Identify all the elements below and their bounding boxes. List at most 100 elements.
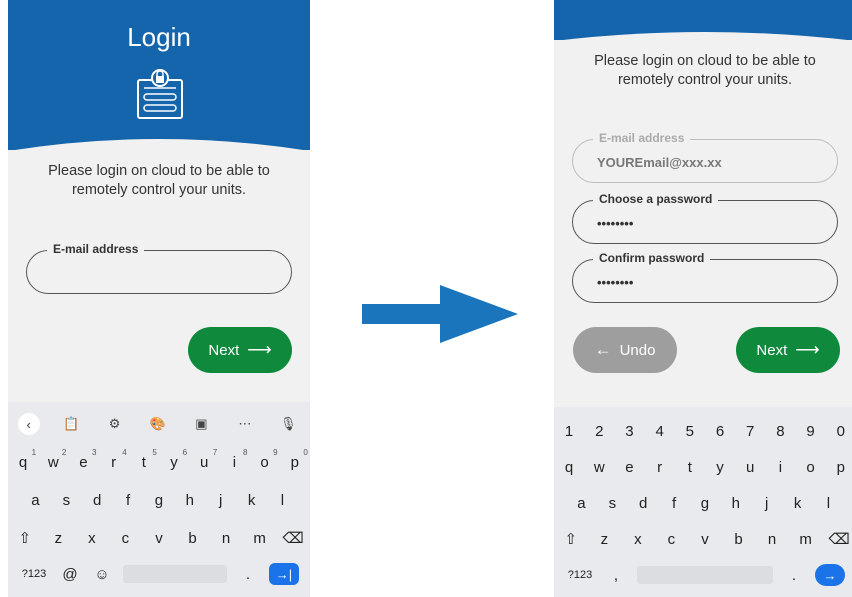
key[interactable]: c <box>114 530 136 547</box>
key[interactable]: s <box>601 495 623 512</box>
key[interactable]: d <box>86 492 108 509</box>
key[interactable]: r4 <box>103 448 127 471</box>
sticker-icon[interactable]: ▣ <box>189 416 213 432</box>
key[interactable]: u <box>739 459 761 476</box>
key[interactable]: 1 <box>558 423 580 440</box>
key[interactable]: t5 <box>133 448 157 471</box>
key[interactable]: l <box>271 492 293 509</box>
key[interactable]: 4 <box>649 423 671 440</box>
next-button[interactable]: Next ⟶ <box>736 327 840 373</box>
emoji-icon[interactable]: ☺ <box>91 566 113 583</box>
gear-icon[interactable]: ⚙ <box>103 416 127 432</box>
at-key[interactable]: @ <box>59 566 81 583</box>
symbols-key[interactable]: ?123 <box>19 568 49 580</box>
enter-key[interactable]: → <box>815 564 845 586</box>
more-icon[interactable]: ⋯ <box>233 416 257 432</box>
key[interactable]: f <box>663 495 685 512</box>
key[interactable]: t <box>679 459 701 476</box>
key[interactable]: o <box>800 459 822 476</box>
key[interactable]: p <box>830 459 852 476</box>
key[interactable]: v <box>694 531 716 548</box>
key[interactable]: j <box>210 492 232 509</box>
key[interactable]: 3 <box>618 423 640 440</box>
key[interactable]: u7 <box>193 448 217 471</box>
key[interactable]: y <box>709 459 731 476</box>
key[interactable]: i <box>769 459 791 476</box>
shift-icon[interactable]: ⇧ <box>14 529 36 547</box>
key[interactable]: w2 <box>42 448 66 471</box>
enter-key[interactable]: →| <box>269 563 299 585</box>
email-field[interactable]: E-mail address <box>26 242 292 294</box>
comma-key[interactable]: , <box>605 567 627 584</box>
key[interactable]: q <box>558 459 580 476</box>
key[interactable]: m <box>795 531 817 548</box>
key[interactable]: n <box>761 531 783 548</box>
keyboard-row: a s d f g h j k l <box>8 488 310 512</box>
palette-icon[interactable]: 🎨 <box>146 416 170 432</box>
key[interactable]: g <box>694 495 716 512</box>
key[interactable]: n <box>215 530 237 547</box>
key[interactable]: 2 <box>588 423 610 440</box>
key[interactable]: 7 <box>739 423 761 440</box>
key[interactable]: 6 <box>709 423 731 440</box>
key[interactable]: a <box>24 492 46 509</box>
key[interactable]: z <box>47 530 69 547</box>
keyboard-row: ?123 , . → <box>554 563 852 587</box>
chevron-left-icon[interactable]: ‹ <box>17 413 40 435</box>
key[interactable]: i8 <box>223 448 248 471</box>
key[interactable]: b <box>728 531 750 548</box>
key[interactable]: o9 <box>254 448 277 471</box>
keyboard-row: q w e r t y u i o p <box>554 455 852 479</box>
next-button[interactable]: Next ⟶ <box>188 327 292 373</box>
backspace-icon[interactable]: ⌫ <box>282 529 304 547</box>
clipboard-icon[interactable]: 📋 <box>59 416 83 432</box>
key[interactable]: a <box>570 495 592 512</box>
key[interactable]: j <box>756 495 778 512</box>
mic-off-icon[interactable]: 🎙 <box>276 416 300 432</box>
key[interactable]: v <box>148 530 170 547</box>
key[interactable]: h <box>179 492 201 509</box>
email-field[interactable]: E-mail address YOUREmail@xxx.xx <box>572 131 838 183</box>
key[interactable]: b <box>182 530 204 547</box>
confirm-password-field[interactable]: Confirm password •••••••• <box>572 251 838 303</box>
key[interactable]: c <box>660 531 682 548</box>
key[interactable]: r <box>649 459 671 476</box>
key[interactable]: y6 <box>163 448 187 471</box>
key[interactable]: p0 <box>284 448 308 471</box>
shift-icon[interactable]: ⇧ <box>560 530 582 548</box>
login-screen: Login Please login on cloud to be able t… <box>8 0 310 597</box>
key[interactable]: x <box>627 531 649 548</box>
key[interactable]: k <box>787 495 809 512</box>
header-curve <box>554 32 852 41</box>
key[interactable]: w <box>588 459 610 476</box>
key[interactable]: e3 <box>72 448 96 471</box>
key[interactable]: s <box>55 492 77 509</box>
keyboard-row: ⇧ z x c v b n m ⌫ <box>554 527 852 551</box>
key[interactable]: q1 <box>12 448 36 471</box>
symbols-key[interactable]: ?123 <box>565 569 595 581</box>
period-key[interactable]: . <box>783 567 805 584</box>
backspace-icon[interactable]: ⌫ <box>828 530 850 548</box>
key[interactable]: 0 <box>830 423 852 440</box>
keyboard: 1 2 3 4 5 6 7 8 9 0 q w e r t y u i o p … <box>554 407 852 597</box>
space-bar[interactable] <box>637 566 773 584</box>
key[interactable]: h <box>725 495 747 512</box>
key[interactable]: x <box>81 530 103 547</box>
password-field[interactable]: Choose a password •••••••• <box>572 192 838 244</box>
key[interactable]: f <box>117 492 139 509</box>
key[interactable]: d <box>632 495 654 512</box>
space-bar[interactable] <box>123 565 227 583</box>
key[interactable]: 8 <box>769 423 791 440</box>
undo-button[interactable]: ← Undo <box>573 327 677 373</box>
key[interactable]: g <box>148 492 170 509</box>
key[interactable]: l <box>817 495 839 512</box>
key[interactable]: e <box>618 459 640 476</box>
arrow-left-icon: ← <box>594 340 612 359</box>
period-key[interactable]: . <box>237 566 259 583</box>
key[interactable]: 5 <box>679 423 701 440</box>
key[interactable]: 9 <box>800 423 822 440</box>
key[interactable]: z <box>593 531 615 548</box>
intro-line: remotely control your units. <box>71 182 247 198</box>
key[interactable]: k <box>241 492 263 509</box>
key[interactable]: m <box>249 530 271 547</box>
